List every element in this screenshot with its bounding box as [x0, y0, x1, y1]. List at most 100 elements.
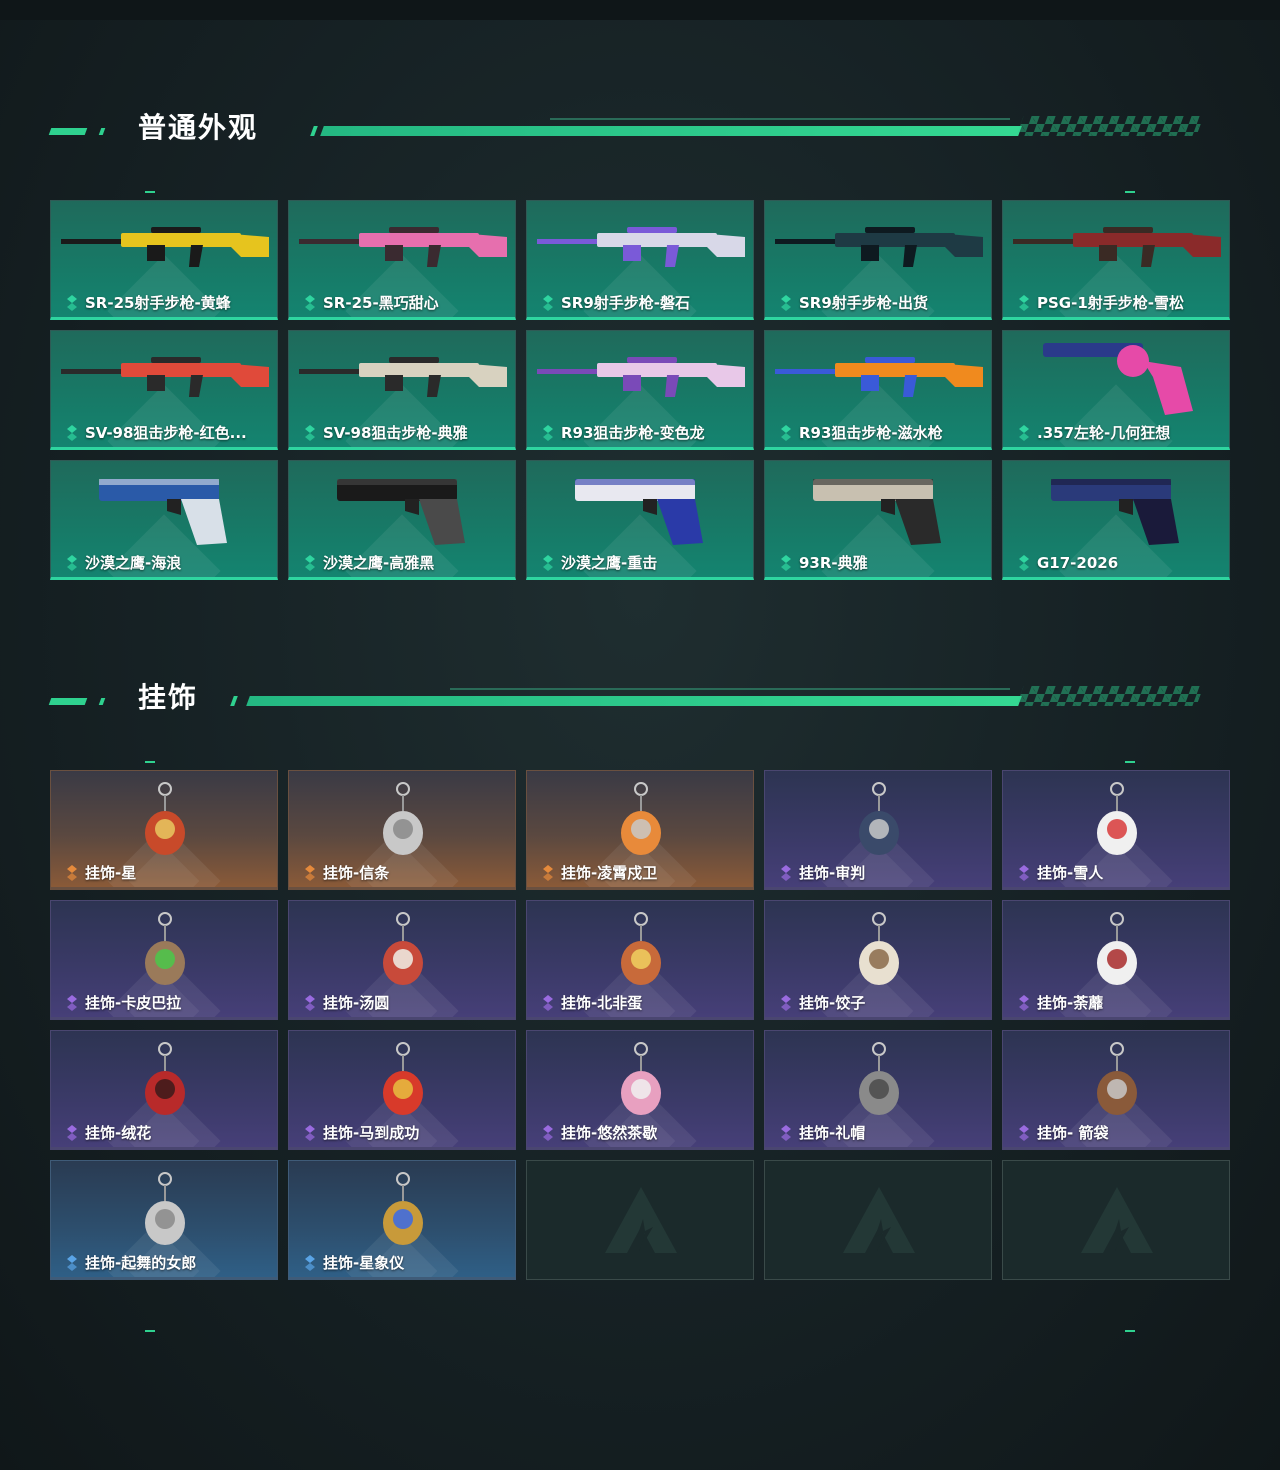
charm-card[interactable]: 挂饰-信条: [288, 770, 516, 890]
corner-tick: [1125, 1330, 1135, 1332]
item-label: 挂饰-信条: [323, 864, 390, 882]
item-label: 挂饰-荼蘼: [1037, 994, 1104, 1012]
rarity-icon: [305, 1125, 315, 1141]
rarity-icon: [67, 425, 77, 441]
horse-charm-icon: [383, 1042, 423, 1115]
header-dash: [98, 128, 106, 135]
item-label: SV-98狙击步枪-典雅: [323, 424, 468, 442]
charm-card[interactable]: 挂饰-卡皮巴拉: [50, 900, 278, 1020]
item-label: R93狙击步枪-滋水枪: [799, 424, 943, 442]
skin-card[interactable]: R93狙击步枪-滋水枪: [764, 330, 992, 450]
header-checker-pattern: [1016, 116, 1204, 136]
flower-charm-icon: [1097, 912, 1137, 985]
rarity-icon: [543, 555, 553, 571]
tarot-card-charm-icon: [145, 782, 185, 855]
charm-card[interactable]: 挂饰-星: [50, 770, 278, 890]
rarity-icon: [1019, 425, 1029, 441]
rarity-icon: [305, 995, 315, 1011]
rarity-icon: [1019, 1125, 1029, 1141]
item-label: 挂饰-星象仪: [323, 1254, 405, 1272]
header-line: [320, 126, 1022, 136]
charm-card[interactable]: 挂饰-绒花: [50, 1030, 278, 1150]
charm-card[interactable]: 挂饰-审判: [764, 770, 992, 890]
empty-slot: [764, 1160, 992, 1280]
skins-grid: SR-25射手步枪-黄蜂 SR-25-黑巧甜心 SR9射手步枪-磐石 SR9射手步枪-…: [50, 200, 1230, 580]
skin-card[interactable]: PSG-1射手步枪-雪松: [1002, 200, 1230, 320]
item-label: SR-25-黑巧甜心: [323, 294, 439, 312]
item-label: 挂饰-汤圆: [323, 994, 390, 1012]
skin-card[interactable]: 沙漠之鹰-海浪: [50, 460, 278, 580]
skin-card[interactable]: R93狙击步枪-变色龙: [526, 330, 754, 450]
charm-card[interactable]: 挂饰- 箭袋: [1002, 1030, 1230, 1150]
pan-charm-icon: [621, 912, 661, 985]
hat-charm-icon: [859, 1042, 899, 1115]
section-title: 普通外观: [138, 111, 259, 144]
rarity-icon: [1019, 555, 1029, 571]
charm-card[interactable]: 挂饰-悠然茶歇: [526, 1030, 754, 1150]
cupcake-charm-icon: [621, 1042, 661, 1115]
pistol-icon: [99, 479, 227, 545]
header-thin-line: [550, 118, 1010, 120]
skin-card[interactable]: 沙漠之鹰-重击: [526, 460, 754, 580]
skin-card[interactable]: 沙漠之鹰-高雅黑: [288, 460, 516, 580]
skin-card[interactable]: SR9射手步枪-出货: [764, 200, 992, 320]
item-label: SR9射手步枪-出货: [799, 294, 929, 312]
rarity-icon: [781, 295, 791, 311]
skin-card[interactable]: .357左轮-几何狂想: [1002, 330, 1230, 450]
header-line: [246, 696, 1022, 706]
corner-tick: [145, 191, 155, 193]
rarity-icon: [781, 995, 791, 1011]
header-dash: [310, 126, 318, 136]
charm-card[interactable]: 挂饰-北非蛋: [526, 900, 754, 1020]
charm-card[interactable]: 挂饰-荼蘼: [1002, 900, 1230, 1020]
rocket-charm-icon: [621, 782, 661, 855]
rarity-icon: [1019, 995, 1029, 1011]
rarity-icon: [543, 865, 553, 881]
capybara-charm-icon: [145, 912, 185, 985]
section-header-charms: 挂饰: [48, 680, 1230, 720]
skin-card[interactable]: SR-25射手步枪-黄蜂: [50, 200, 278, 320]
skin-card[interactable]: SV-98狙击步枪-典雅: [288, 330, 516, 450]
corner-tick: [145, 1330, 155, 1332]
skin-card[interactable]: SV-98狙击步枪-红色...: [50, 330, 278, 450]
rarity-icon: [305, 555, 315, 571]
revolver-icon: [1043, 343, 1193, 415]
item-label: G17-2026: [1037, 554, 1119, 572]
charm-card[interactable]: 挂饰-马到成功: [288, 1030, 516, 1150]
skin-card[interactable]: SR9射手步枪-磐石: [526, 200, 754, 320]
header-dash: [48, 128, 88, 135]
rifle-icon: [775, 227, 983, 267]
charm-card[interactable]: 挂饰-起舞的女郎: [50, 1160, 278, 1280]
placeholder-logo-icon: [1081, 1187, 1153, 1253]
rarity-icon: [781, 555, 791, 571]
rarity-icon: [67, 1255, 77, 1271]
charm-card[interactable]: 挂饰-饺子: [764, 900, 992, 1020]
charm-card[interactable]: 挂饰-星象仪: [288, 1160, 516, 1280]
corner-tick: [1125, 191, 1135, 193]
skin-card[interactable]: G17-2026: [1002, 460, 1230, 580]
charm-card[interactable]: 挂饰-汤圆: [288, 900, 516, 1020]
sniper-icon: [299, 357, 507, 397]
skin-card[interactable]: SR-25-黑巧甜心: [288, 200, 516, 320]
charm-card[interactable]: 挂饰-雪人: [1002, 770, 1230, 890]
item-label: 挂饰-凌霄戍卫: [561, 864, 658, 882]
item-label: PSG-1射手步枪-雪松: [1037, 294, 1184, 312]
pistol-icon: [1051, 479, 1179, 545]
rose-charm-icon: [145, 1042, 185, 1115]
rarity-icon: [67, 995, 77, 1011]
rarity-icon: [1019, 295, 1029, 311]
item-label: SR-25射手步枪-黄蜂: [85, 294, 231, 312]
item-label: 挂饰-礼帽: [799, 1124, 866, 1142]
rarity-icon: [67, 555, 77, 571]
rarity-icon: [543, 425, 553, 441]
header-dash: [230, 696, 238, 706]
section-header-skins: 普通外观: [48, 110, 1230, 150]
item-label: 挂饰-雪人: [1037, 864, 1104, 882]
charm-card[interactable]: 挂饰-礼帽: [764, 1030, 992, 1150]
item-label: 93R-典雅: [799, 554, 868, 572]
charm-card[interactable]: 挂饰-凌霄戍卫: [526, 770, 754, 890]
skin-card[interactable]: 93R-典雅: [764, 460, 992, 580]
item-label: 挂饰-悠然茶歇: [561, 1124, 658, 1142]
item-label: 挂饰-马到成功: [323, 1124, 420, 1142]
dumpling-charm-icon: [859, 912, 899, 985]
